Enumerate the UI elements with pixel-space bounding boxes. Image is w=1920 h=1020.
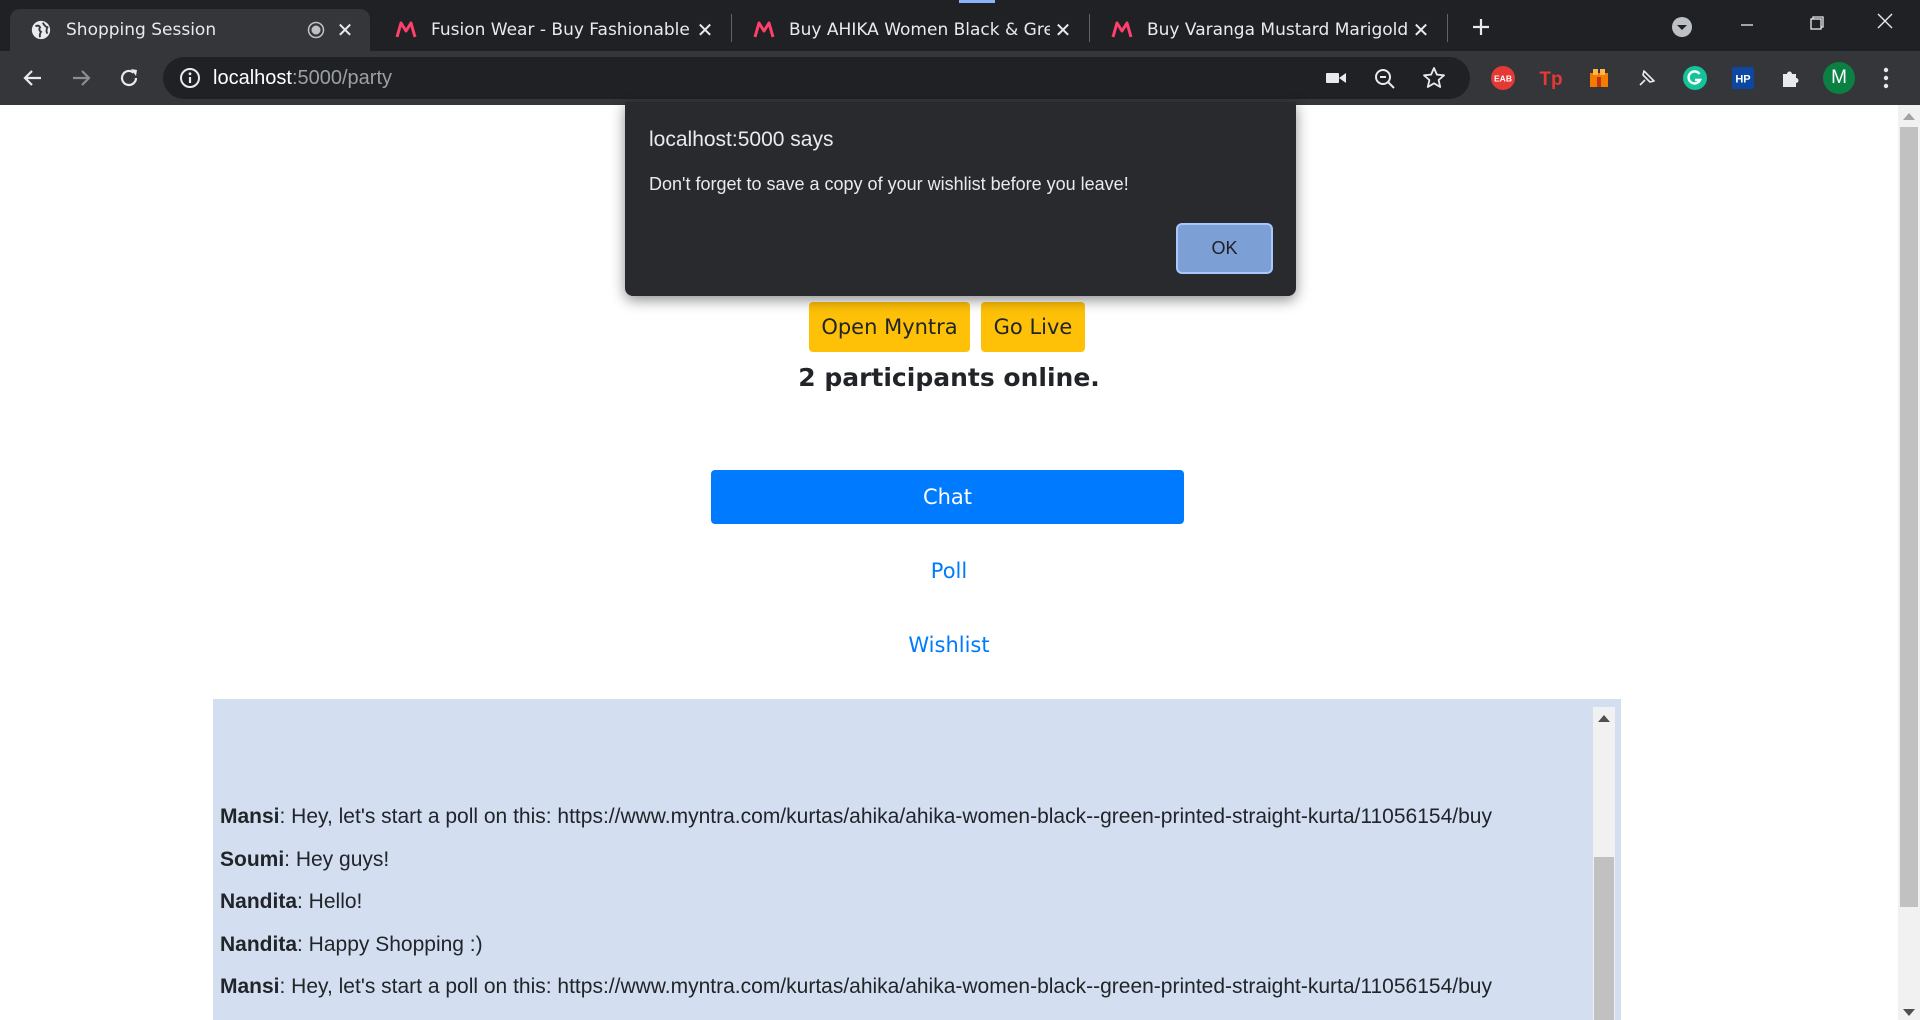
address-text: localhost:5000/party	[213, 67, 392, 90]
message-author: Soumi	[220, 848, 285, 871]
recording-indicator-icon	[306, 20, 326, 40]
chat-message: Nandita: Happy Shopping :)	[220, 933, 483, 957]
tab-search-button[interactable]	[1667, 12, 1697, 42]
minimize-button[interactable]	[1727, 10, 1767, 40]
chat-message: Soumi: Hey guys!	[220, 848, 389, 872]
chat-message: Mansi: Hey, let's start a poll on this: …	[220, 975, 1492, 999]
close-window-button[interactable]	[1865, 6, 1905, 36]
message-author: Nandita	[220, 890, 298, 913]
alert-dialog: localhost:5000 says Don't forget to save…	[625, 102, 1296, 296]
extensions-puzzle-icon[interactable]	[1777, 64, 1805, 92]
orange-extension-icon[interactable]	[1585, 64, 1613, 92]
open-myntra-button[interactable]: Open Myntra	[809, 302, 970, 352]
new-tab-button[interactable]	[1466, 12, 1496, 42]
tab-divider	[1089, 14, 1090, 42]
address-bar[interactable]: localhost:5000/party	[163, 57, 1470, 99]
page-scrollbar[interactable]	[1898, 105, 1920, 1020]
wishlist-tab-link[interactable]: Wishlist	[0, 633, 1898, 657]
close-tab-icon[interactable]: ✕	[692, 17, 718, 43]
grammarly-icon[interactable]	[1681, 64, 1709, 92]
participants-count: 2 participants online.	[798, 363, 1100, 392]
message-text: : Happy Shopping :)	[297, 933, 483, 956]
address-host: localhost	[213, 67, 292, 89]
myntra-icon	[1111, 19, 1133, 41]
tab-divider	[1447, 14, 1448, 42]
forward-button[interactable]	[65, 62, 97, 94]
chat-scrollbar[interactable]	[1593, 707, 1615, 1020]
dialog-title: localhost:5000 says	[649, 128, 834, 151]
pin-extension-icon[interactable]	[1633, 64, 1661, 92]
message-author: Mansi	[220, 805, 280, 828]
scroll-down-arrow-icon[interactable]	[1903, 1009, 1915, 1016]
tp-extension-icon[interactable]: Tp	[1537, 64, 1565, 92]
back-button[interactable]	[17, 62, 49, 94]
message-text: : Hey, let's start a poll on this: https…	[279, 805, 1492, 828]
tab-title: Buy Varanga Mustard Marigold C	[1147, 20, 1408, 40]
profile-initial: M	[1831, 67, 1847, 88]
svg-text:HP: HP	[1735, 74, 1750, 86]
zoom-icon[interactable]	[1373, 67, 1397, 91]
scroll-up-arrow-icon[interactable]	[1598, 715, 1610, 722]
dialog-message: Don't forget to save a copy of your wish…	[649, 174, 1129, 194]
reload-button[interactable]	[113, 62, 145, 94]
chat-tab-button[interactable]: Chat	[711, 470, 1184, 524]
message-author: Mansi	[220, 975, 280, 998]
bookmark-star-icon[interactable]	[1422, 66, 1446, 90]
menu-kebab-icon[interactable]	[1874, 62, 1898, 94]
tab-title: Fusion Wear - Buy Fashionable Et	[431, 20, 692, 40]
svg-text:EAB: EAB	[1494, 74, 1512, 84]
tab-title: Buy AHIKA Women Black & Green	[789, 20, 1050, 40]
profile-avatar[interactable]: M	[1823, 62, 1855, 94]
message-author: Nandita	[220, 933, 298, 956]
go-live-label: Go Live	[993, 315, 1073, 339]
chat-messages-panel[interactable]: Mansi: Hey, let's start a poll on this: …	[213, 699, 1621, 1020]
restore-button[interactable]	[1797, 8, 1837, 38]
close-tab-icon[interactable]: ✕	[332, 17, 358, 43]
eab-extension-icon[interactable]: EAB	[1489, 64, 1517, 92]
tab-ahika-kurta[interactable]: Buy AHIKA Women Black & Green ✕	[733, 9, 1088, 51]
poll-label: Poll	[930, 559, 968, 583]
myntra-icon	[753, 19, 775, 41]
tab-divider	[731, 14, 732, 42]
go-live-button[interactable]: Go Live	[981, 302, 1085, 352]
hp-extension-icon[interactable]: HP	[1729, 64, 1757, 92]
poll-tab-link[interactable]: Poll	[0, 559, 1898, 583]
tab-varanga[interactable]: Buy Varanga Mustard Marigold C ✕	[1091, 9, 1446, 51]
svg-text:Tp: Tp	[1539, 69, 1562, 90]
open-myntra-label: Open Myntra	[821, 315, 958, 339]
tab-shopping-session[interactable]: Shopping Session ✕	[10, 9, 370, 51]
chat-label: Chat	[922, 485, 973, 509]
chat-scroll-thumb[interactable]	[1594, 857, 1614, 1020]
chat-message: Mansi: Hey, let's start a poll on this: …	[220, 805, 1492, 829]
globe-icon	[30, 19, 52, 41]
tab-strip: Shopping Session ✕ Fusion Wear - Buy Fas…	[0, 0, 1920, 51]
message-text: : Hello!	[297, 890, 363, 913]
site-info-icon[interactable]	[179, 67, 201, 89]
myntra-icon	[395, 19, 417, 41]
chat-message: Nandita: Hello!	[220, 890, 362, 914]
message-text: : Hey guys!	[284, 848, 390, 871]
browser-toolbar: localhost:5000/party EAB Tp HP M	[0, 51, 1920, 105]
dialog-ok-button[interactable]: OK	[1176, 223, 1273, 274]
address-path: :5000/party	[291, 67, 393, 89]
page-scroll-thumb[interactable]	[1900, 127, 1918, 907]
message-text: : Hey, let's start a poll on this: https…	[279, 975, 1492, 998]
tab-fusion-wear[interactable]: Fusion Wear - Buy Fashionable Et ✕	[375, 9, 730, 51]
ok-label: OK	[1211, 238, 1238, 258]
close-tab-icon[interactable]: ✕	[1050, 17, 1076, 43]
scroll-up-arrow-icon[interactable]	[1903, 113, 1915, 120]
close-tab-icon[interactable]: ✕	[1408, 17, 1434, 43]
tab-title: Shopping Session	[66, 20, 217, 40]
camera-in-use-icon[interactable]	[1324, 67, 1348, 89]
tab-loading-indicator	[959, 0, 995, 3]
wishlist-label: Wishlist	[908, 633, 990, 657]
